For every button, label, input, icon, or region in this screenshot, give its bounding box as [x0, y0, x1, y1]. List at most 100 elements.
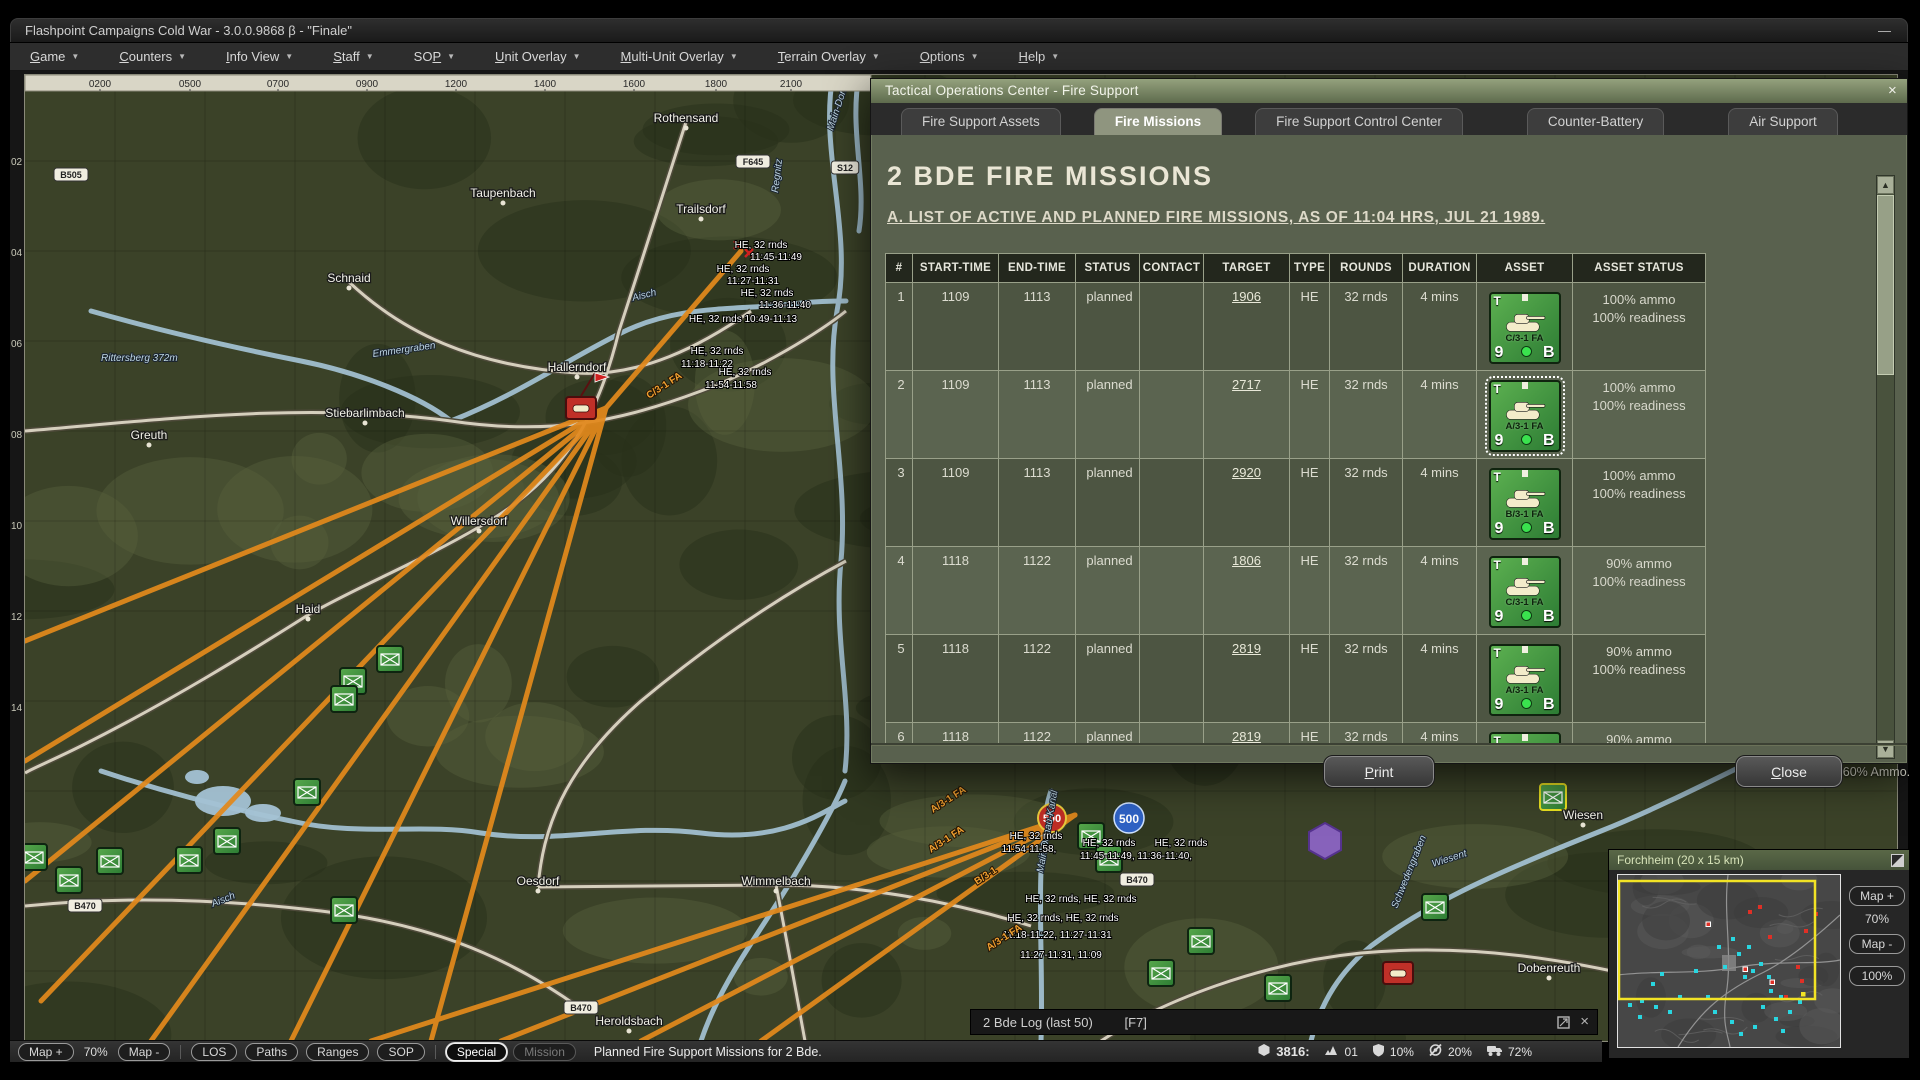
shell-type: HE: [1290, 635, 1330, 723]
readiness-dot: [1521, 434, 1532, 445]
close-log-icon[interactable]: ×: [1580, 1009, 1589, 1035]
minimap-friendly-dot: [1723, 965, 1727, 969]
enemy-unit-counter[interactable]: [566, 397, 596, 419]
minimize-icon[interactable]: —: [1878, 19, 1891, 43]
menu-help[interactable]: Help▼: [1007, 49, 1072, 64]
scroll-up-arrow[interactable]: ▲: [1877, 176, 1894, 194]
menu-game[interactable]: Game▼: [18, 49, 91, 64]
close-icon[interactable]: ×: [1888, 79, 1897, 103]
end-time: 1122: [999, 635, 1076, 723]
friendly-unit-counter[interactable]: [1422, 894, 1448, 920]
friendly-unit-counter[interactable]: [377, 646, 403, 672]
enemy-unit-counter[interactable]: [1383, 962, 1413, 984]
ruler-mark: 1400: [534, 79, 557, 90]
target-link[interactable]: 2819: [1232, 729, 1261, 743]
ruler-mark: 12: [11, 612, 25, 623]
minimap-contact-dot: [1743, 967, 1748, 972]
table-row: 311091113planned2920HE32 rnds4 minsTB/3-…: [886, 459, 1706, 547]
menu-sop[interactable]: SOP▼: [402, 49, 467, 64]
friendly-unit-counter[interactable]: [294, 779, 320, 805]
ranges-toggle[interactable]: Ranges: [306, 1043, 369, 1061]
minimap-friendly-dot: [1694, 969, 1698, 973]
mission-toggle[interactable]: Mission: [513, 1043, 576, 1061]
expand-panel-icon[interactable]: [1557, 1016, 1570, 1029]
minimap-zoom-in-button[interactable]: Map +: [1849, 886, 1905, 906]
minimap-resize-icon[interactable]: [1891, 853, 1904, 873]
town-label: Wiesen: [1563, 808, 1603, 822]
mission-number: 3: [886, 459, 913, 547]
log-title: 2 Bde Log (last 50): [983, 1015, 1093, 1030]
menu-options[interactable]: Options▼: [908, 49, 991, 64]
map-zoom-in-button[interactable]: Map +: [18, 1043, 74, 1061]
fire-mission-label: HE, 32 rnds, HE, 32 rnds: [1025, 894, 1136, 905]
asset-cell: TB/3-1 FA9B: [1477, 723, 1573, 744]
bde-log-bar[interactable]: 2 Bde Log (last 50) [F7] ×: [970, 1009, 1598, 1035]
friendly-unit-counter[interactable]: [331, 897, 357, 923]
close-button[interactable]: Close: [1735, 755, 1843, 788]
ruler-mark: 02: [11, 157, 25, 168]
friendly-unit-counter[interactable]: [97, 848, 123, 874]
ruler-mark: 0500: [179, 79, 202, 90]
scroll-thumb[interactable]: [1877, 195, 1894, 375]
friendly-unit-counter[interactable]: [56, 867, 82, 893]
target-link[interactable]: 2717: [1232, 377, 1261, 392]
mission-number: 1: [886, 283, 913, 371]
target-link[interactable]: 2819: [1232, 641, 1261, 656]
target-link[interactable]: 1806: [1232, 553, 1261, 568]
paths-toggle[interactable]: Paths: [245, 1043, 298, 1061]
asset-counter[interactable]: TC/3-1 FA9B: [1489, 556, 1561, 628]
contact: [1140, 371, 1204, 459]
minimap-zoom-out-button[interactable]: Map -: [1849, 934, 1905, 954]
asset-cell: TA/3-1 FA9B: [1477, 635, 1573, 723]
minimap-image[interactable]: [1617, 874, 1841, 1048]
tab-air-support[interactable]: Air Support: [1728, 108, 1838, 135]
menu-counters[interactable]: Counters▼: [107, 49, 198, 64]
table-row: 511181122planned2819HE32 rnds4 minsTA/3-…: [886, 635, 1706, 723]
menu-info-view[interactable]: Info View▼: [214, 49, 305, 64]
end-time: 1122: [999, 547, 1076, 635]
asset-counter[interactable]: TC/3-1 FA9B: [1489, 292, 1561, 364]
minimap-friendly-dot: [1638, 1015, 1642, 1019]
target-link[interactable]: 1906: [1232, 289, 1261, 304]
minimap-enemy-dot: [1804, 929, 1808, 933]
minimap-friendly-dot: [1739, 1032, 1743, 1036]
menu-unit-overlay[interactable]: Unit Overlay▼: [483, 49, 592, 64]
friendly-unit-counter[interactable]: [24, 844, 47, 870]
friendly-unit-counter[interactable]: [1540, 784, 1566, 810]
fire-mission-label: 11:45-11:49: [750, 252, 802, 263]
asset-counter[interactable]: TB/3-1 FA9B: [1489, 732, 1561, 743]
asset-counter[interactable]: TB/3-1 FA9B: [1489, 468, 1561, 540]
readiness-dot: [1521, 698, 1532, 709]
fire-missions-table: #START-TIMEEND-TIMESTATUSCONTACTTARGETTY…: [885, 253, 1706, 743]
map-zoom-out-button[interactable]: Map -: [118, 1043, 171, 1061]
friendly-unit-counter[interactable]: [176, 847, 202, 873]
menu-terrain-overlay[interactable]: Terrain Overlay▼: [766, 49, 892, 64]
fire-mission-label: 11:54-11:58: [705, 380, 757, 391]
tab-counter-battery[interactable]: Counter-Battery: [1527, 108, 1664, 135]
menu-staff[interactable]: Staff▼: [321, 49, 385, 64]
minimap-friendly-dot: [1767, 975, 1771, 979]
town-label: Greuth: [131, 428, 168, 442]
town-label: Hallerndorf: [548, 360, 607, 374]
chevron-down-icon: ▼: [366, 52, 374, 61]
tab-fire-support-control-center[interactable]: Fire Support Control Center: [1255, 108, 1463, 135]
los-toggle[interactable]: LOS: [191, 1043, 237, 1061]
friendly-unit-counter[interactable]: [331, 686, 357, 712]
asset-counter[interactable]: TA/3-1 FA9B: [1489, 644, 1561, 716]
readiness-dot: [1521, 522, 1532, 533]
friendly-unit-counter[interactable]: [1188, 928, 1214, 954]
tab-fire-support-assets[interactable]: Fire Support Assets: [901, 108, 1061, 135]
friendly-unit-counter[interactable]: [1148, 960, 1174, 986]
special-toggle[interactable]: Special: [446, 1043, 507, 1061]
friendly-unit-counter[interactable]: [214, 828, 240, 854]
menu-multi-unit-overlay[interactable]: Multi-Unit Overlay▼: [609, 49, 750, 64]
table-scrollbar[interactable]: ▲ ▼: [1876, 175, 1895, 759]
friendly-unit-counter[interactable]: [1265, 975, 1291, 1001]
tab-fire-missions[interactable]: Fire Missions: [1094, 108, 1222, 135]
minimap-full-zoom-button[interactable]: 100%: [1849, 966, 1905, 986]
asset-counter[interactable]: TA/3-1 FA9B: [1489, 380, 1561, 452]
ruler-mark: 1800: [705, 79, 728, 90]
sop-toggle[interactable]: SOP: [377, 1043, 424, 1061]
print-button[interactable]: Print: [1323, 755, 1435, 788]
target-link[interactable]: 2920: [1232, 465, 1261, 480]
